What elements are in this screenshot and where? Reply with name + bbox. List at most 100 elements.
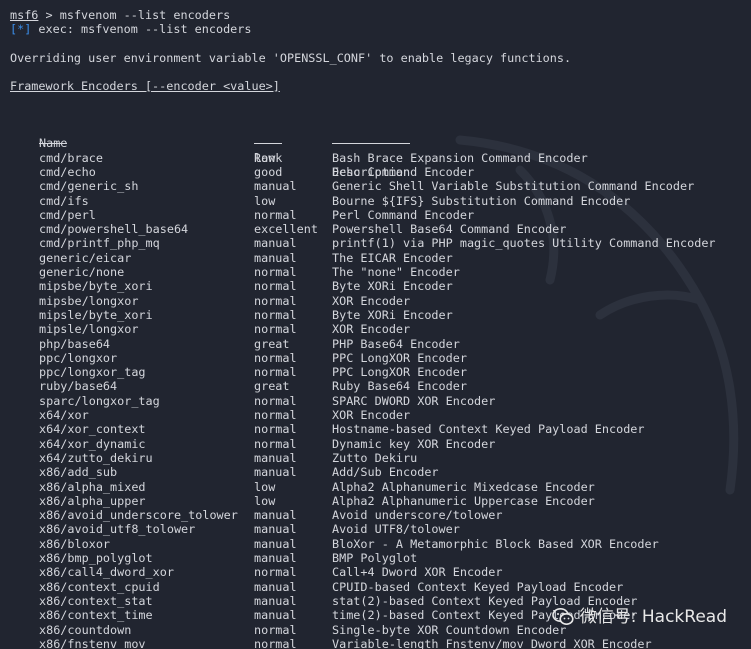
encoder-rank: normal: [254, 636, 297, 649]
encoder-description: CPUID-based Context Keyed Payload Encode…: [332, 579, 624, 594]
encoder-name: x86/alpha_upper: [39, 493, 146, 508]
encoder-rank: manual: [254, 593, 297, 608]
encoder-rank: manual: [254, 450, 297, 465]
encoder-description: Variable-length Fnstenv/mov Dword XOR En…: [332, 636, 652, 649]
table-row: x86/alpha_upper low Alpha2 Alphanumeric Up…: [0, 494, 751, 508]
encoder-name: x86/avoid_utf8_tolower: [39, 522, 196, 537]
encoder-description: Ruby Base64 Encoder: [332, 379, 467, 394]
encoder-rank: normal: [254, 265, 297, 279]
table-row: cmd/brace low Bash Brace Expansion Command…: [0, 151, 751, 165]
table-row: cmd/perl normal Perl Command Encoder: [0, 208, 751, 222]
encoder-name: cmd/brace: [39, 150, 103, 165]
table-row: x86/avoid_underscore_tolower manual Avoid …: [0, 508, 751, 522]
encoder-name: x86/call4_dword_xor: [39, 565, 174, 580]
encoder-name: php/base64: [39, 336, 111, 351]
table-row: ruby/base64 great Ruby Base64 Encoder: [0, 379, 751, 393]
prompt-name: msf6: [10, 8, 39, 22]
encoder-name: mipsbe/byte_xori: [39, 279, 153, 294]
encoder-description: Avoid UTF8/tolower: [332, 522, 460, 537]
prompt-line: msf6 > msfvenom --list encoders: [10, 8, 230, 22]
wechat-watermark: 微信号: HackRead: [551, 607, 727, 627]
encoder-rank: normal: [254, 350, 297, 365]
encoder-name: ppc/longxor: [39, 350, 118, 365]
encoder-rank: low: [254, 479, 276, 494]
encoder-description: PHP Base64 Encoder: [332, 336, 460, 351]
encoder-name: mipsle/byte_xori: [39, 307, 153, 322]
encoder-description: Alpha2 Alphanumeric Mixedcase Encoder: [332, 479, 595, 494]
encoder-rank: normal: [254, 365, 297, 380]
encoder-description: The "none" Encoder: [332, 265, 460, 279]
encoder-name: cmd/printf_php_mq: [39, 236, 160, 251]
encoder-rank: excellent: [254, 222, 318, 237]
table-row: ppc/longxor normal PPC LongXOR Encoder: [0, 351, 751, 365]
exec-line: [*] exec: msfvenom --list encoders: [10, 22, 252, 36]
section-title: Framework Encoders [--encoder <value>]: [10, 79, 280, 93]
encoder-description: Byte XORi Encoder: [332, 279, 453, 294]
encoder-description: Single-byte XOR Countdown Encoder: [332, 622, 567, 637]
encoder-name: x86/context_time: [39, 608, 153, 623]
table-row: x86/avoid_utf8_tolower manual Avoid UTF8/t…: [0, 522, 751, 536]
encoder-name: x64/xor: [39, 408, 89, 422]
encoder-rank: manual: [254, 236, 297, 251]
encoder-rank: normal: [254, 207, 297, 222]
encoder-rank: normal: [254, 279, 297, 294]
encoder-description: BloXor - A Metamorphic Block Based XOR E…: [332, 536, 659, 551]
encoder-rank: normal: [254, 436, 297, 451]
encoder-rank: manual: [254, 536, 297, 551]
encoder-name: x64/xor_context: [39, 422, 146, 437]
encoder-name: x64/zutto_dekiru: [39, 450, 153, 465]
encoder-rank: normal: [254, 422, 297, 437]
table-row: x86/fnstenv_mov normal Variable-length Fns…: [0, 637, 751, 649]
table-row: mipsbe/byte_xori normal Byte XORi Encoder: [0, 279, 751, 293]
table-row: x64/xor_context normal Hostname-based Cont…: [0, 422, 751, 436]
encoder-rank: manual: [254, 579, 297, 594]
encoder-rank: manual: [254, 179, 297, 194]
encoder-rank: great: [254, 336, 290, 351]
table-row: cmd/generic_sh manual Generic Shell Variab…: [0, 179, 751, 193]
encoder-description: SPARC DWORD XOR Encoder: [332, 393, 496, 408]
encoder-name: x86/add_sub: [39, 465, 118, 480]
encoder-name: cmd/perl: [39, 207, 96, 222]
encoder-description: Echo Command Encoder: [332, 164, 475, 179]
section-title-text: Framework Encoders [--encoder <value>]: [10, 79, 280, 93]
encoder-description: PPC LongXOR Encoder: [332, 350, 467, 365]
encoder-rank: normal: [254, 622, 297, 637]
encoder-name: x86/context_stat: [39, 593, 153, 608]
encoder-description: Byte XORi Encoder: [332, 307, 453, 322]
encoder-rank: normal: [254, 393, 297, 408]
encoder-name: cmd/echo: [39, 164, 96, 179]
encoder-description: Add/Sub Encoder: [332, 465, 439, 480]
encoder-description: Bash Brace Expansion Command Encoder: [332, 150, 588, 165]
prompt-separator: >: [38, 8, 60, 22]
exec-text: exec: msfvenom --list encoders: [31, 22, 252, 36]
table-row: x86/bloxor manual BloXor - A Metamorphic B…: [0, 537, 751, 551]
encoder-name: generic/eicar: [39, 250, 132, 265]
encoder-rank: good: [254, 164, 283, 179]
encoder-rank: manual: [254, 551, 297, 565]
encoder-rank: normal: [254, 565, 297, 580]
table-row: sparc/longxor_tag normal SPARC DWORD XOR E…: [0, 394, 751, 408]
encoder-description: BMP Polyglot: [332, 551, 418, 565]
table-row: cmd/ifs low Bourne ${IFS} Substitution Com…: [0, 194, 751, 208]
encoders-table: Name Rank Description cmd/brace low Bash B…: [0, 122, 751, 649]
encoder-rank: normal: [254, 408, 297, 422]
terminal-window[interactable]: msf6 > msfvenom --list encoders [*] exec…: [0, 0, 751, 649]
encoder-name: cmd/generic_sh: [39, 179, 139, 194]
encoder-description: Zutto Dekiru: [332, 450, 418, 465]
encoder-description: The EICAR Encoder: [332, 250, 453, 265]
encoder-rank: manual: [254, 465, 297, 480]
table-row: x86/call4_dword_xor normal Call+4 Dword XO…: [0, 565, 751, 579]
wechat-icon: [551, 608, 574, 625]
table-row: x86/bmp_polyglot manual BMP Polyglot: [0, 551, 751, 565]
encoder-name: generic/none: [39, 265, 125, 279]
encoder-description: Dynamic key XOR Encoder: [332, 436, 496, 451]
encoder-name: x86/alpha_mixed: [39, 479, 146, 494]
encoder-name: sparc/longxor_tag: [39, 393, 160, 408]
encoder-rank: normal: [254, 307, 297, 322]
header-rank-underline: [254, 143, 282, 144]
table-header: Name Rank Description: [0, 122, 751, 179]
table-row: x86/context_cpuid manual CPUID-based Conte…: [0, 580, 751, 594]
encoder-name: cmd/ifs: [39, 193, 89, 208]
header-name-underline: [39, 143, 67, 144]
encoder-description: XOR Encoder: [332, 322, 411, 337]
